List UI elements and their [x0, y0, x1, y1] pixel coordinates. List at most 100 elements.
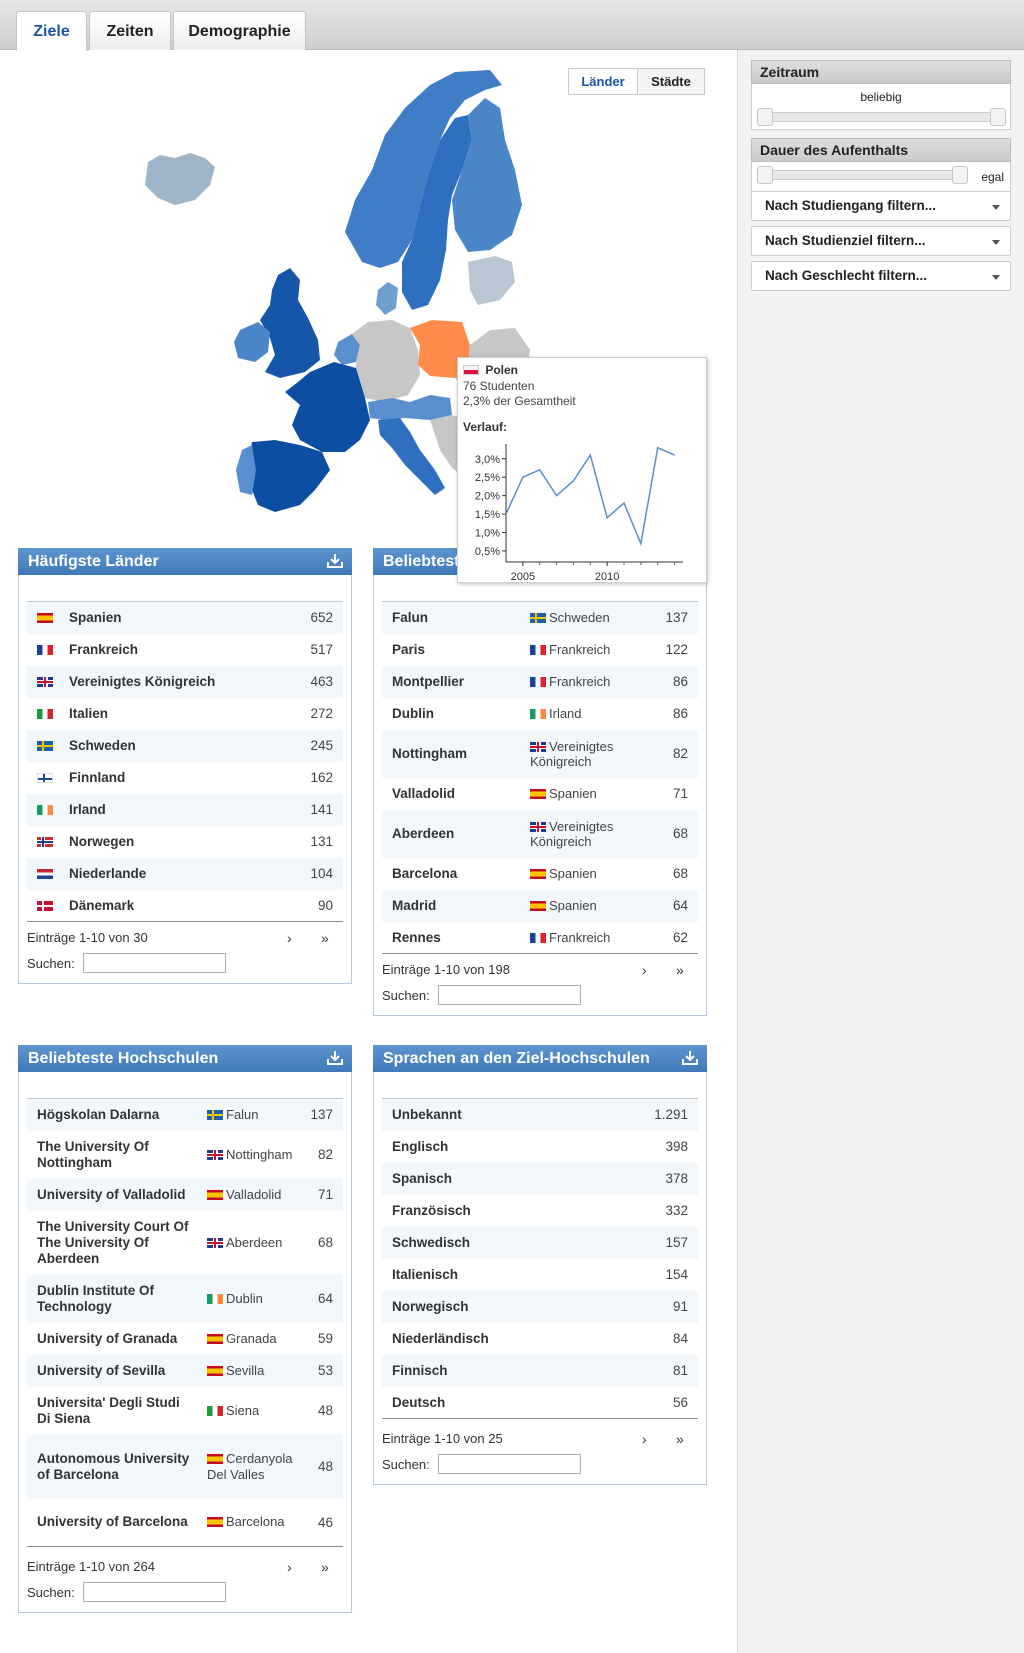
studiengang-filter-dropdown[interactable]: Nach Studiengang filtern...	[751, 191, 1011, 221]
flag-icon	[530, 789, 546, 799]
table-row[interactable]: University of Sevilla Sevilla 53	[27, 1354, 343, 1387]
table-row[interactable]: Autonomous University of Barcelona Cerdan…	[27, 1434, 343, 1499]
download-icon[interactable]	[326, 1050, 344, 1066]
university-city: Aberdeen	[207, 1210, 299, 1275]
table-row[interactable]: Niederlande 104	[27, 857, 343, 890]
map-country-france[interactable]	[285, 362, 370, 452]
last-page-button[interactable]: »	[321, 1559, 329, 1575]
zeitraum-slider-min-handle[interactable]	[757, 108, 773, 126]
table-row[interactable]: Finnland 162	[27, 761, 343, 794]
table-row[interactable]: Spanien 652	[27, 601, 343, 634]
table-row[interactable]: Italien 272	[27, 697, 343, 730]
table-row[interactable]: Dublin Institute Of Technology Dublin 64	[27, 1274, 343, 1323]
table-row[interactable]: Universita' Degli Studi Di Siena Siena 48	[27, 1386, 343, 1435]
map-country-uk[interactable]	[260, 268, 320, 378]
universities-search-label: Suchen:	[27, 1585, 75, 1600]
table-row[interactable]: Vereinigtes Königreich 463	[27, 665, 343, 698]
table-row[interactable]: Montpellier Frankreich 86	[382, 665, 698, 698]
tab-demographie[interactable]: Demographie	[173, 11, 306, 50]
map-country-iceland[interactable]	[145, 153, 215, 205]
map-country-denmark[interactable]	[376, 282, 398, 315]
table-row[interactable]: Finnisch 81	[382, 1354, 698, 1387]
next-page-button[interactable]: ›	[642, 962, 647, 978]
table-row[interactable]: The University Court Of The University O…	[27, 1210, 343, 1275]
map-country-ireland[interactable]	[234, 322, 270, 362]
last-page-button[interactable]: »	[676, 1431, 684, 1447]
table-row[interactable]: University of Valladolid Valladolid 71	[27, 1178, 343, 1211]
language-count: 1.291	[598, 1098, 698, 1131]
table-row[interactable]: Frankreich 517	[27, 633, 343, 666]
city-country: Spanien	[530, 857, 650, 890]
tab-zeiten[interactable]: Zeiten	[89, 11, 171, 50]
table-row[interactable]: Schweden 245	[27, 729, 343, 762]
table-row[interactable]: Falun Schweden 137	[382, 601, 698, 634]
table-row[interactable]: Paris Frankreich 122	[382, 633, 698, 666]
zeitraum-slider-max-handle[interactable]	[990, 108, 1006, 126]
city-country: Frankreich	[530, 665, 650, 698]
map-country-spain[interactable]	[248, 440, 330, 512]
table-row[interactable]: Irland 141	[27, 793, 343, 826]
geschlecht-filter-dropdown[interactable]: Nach Geschlecht filtern...	[751, 261, 1011, 291]
table-row[interactable]: Französisch 332	[382, 1194, 698, 1227]
table-row[interactable]: Valladolid Spanien 71	[382, 777, 698, 810]
last-page-button[interactable]: »	[321, 930, 329, 946]
tooltip-students: 76 Studenten	[463, 379, 535, 393]
table-row[interactable]: Italienisch 154	[382, 1258, 698, 1291]
last-page-button[interactable]: »	[676, 962, 684, 978]
table-row[interactable]: Schwedisch 157	[382, 1226, 698, 1259]
zeitraum-slider-track[interactable]	[760, 112, 1000, 122]
university-city: Sevilla	[207, 1354, 299, 1387]
university-name: University of Granada	[27, 1322, 207, 1355]
y-tick-label: 1,5%	[475, 509, 500, 521]
cities-search-input[interactable]	[438, 985, 581, 1005]
table-row[interactable]: Norwegen 131	[27, 825, 343, 858]
university-city-label: Aberdeen	[226, 1234, 283, 1250]
tab-ziele[interactable]: Ziele	[16, 11, 87, 51]
table-row[interactable]: Norwegisch 91	[382, 1290, 698, 1323]
next-page-button[interactable]: ›	[287, 930, 292, 946]
flag-icon	[530, 677, 546, 687]
university-count: 53	[299, 1354, 343, 1387]
table-row[interactable]: Unbekannt 1.291	[382, 1098, 698, 1131]
city-country-label: Frankreich	[549, 929, 611, 945]
toggle-staedte[interactable]: Städte	[637, 68, 705, 95]
map-country-portugal[interactable]	[236, 445, 256, 495]
university-name: Universita' Degli Studi Di Siena	[27, 1386, 207, 1435]
dauer-slider-min-handle[interactable]	[757, 166, 773, 184]
table-row[interactable]: Barcelona Spanien 68	[382, 857, 698, 890]
next-page-button[interactable]: ›	[287, 1559, 292, 1575]
table-row[interactable]: Madrid Spanien 64	[382, 889, 698, 922]
table-row[interactable]: Spanisch 378	[382, 1162, 698, 1195]
table-row[interactable]: The University Of Nottingham Nottingham 82	[27, 1130, 343, 1179]
dauer-slider-max-handle[interactable]	[952, 166, 968, 184]
universities-search-input[interactable]	[83, 1582, 226, 1602]
chevron-down-icon	[992, 205, 1000, 210]
download-icon[interactable]	[681, 1050, 699, 1066]
universities-panel-title: Beliebteste Hochschulen	[28, 1050, 219, 1067]
flag-cell	[27, 825, 69, 858]
table-row[interactable]: Niederländisch 84	[382, 1322, 698, 1355]
download-icon[interactable]	[326, 553, 344, 569]
table-row[interactable]: Dänemark 90	[27, 889, 343, 922]
table-row[interactable]: Aberdeen Vereinigtes Königreich 68	[382, 809, 698, 858]
table-row[interactable]: Nottingham Vereinigtes Königreich 82	[382, 729, 698, 778]
next-page-button[interactable]: ›	[642, 1431, 647, 1447]
table-row[interactable]: Deutsch 56	[382, 1386, 698, 1419]
languages-panel-title: Sprachen an den Ziel-Hochschulen	[383, 1050, 650, 1067]
toggle-laender[interactable]: Länder	[568, 68, 638, 95]
table-row[interactable]: Rennes Frankreich 62	[382, 921, 698, 954]
languages-search-input[interactable]	[438, 1454, 581, 1474]
country-count: 131	[279, 825, 343, 858]
table-row[interactable]: University of Granada Granada 59	[27, 1322, 343, 1355]
studienziel-filter-dropdown[interactable]: Nach Studienziel filtern...	[751, 226, 1011, 256]
map-country-baltics[interactable]	[468, 256, 515, 305]
table-row[interactable]: Högskolan Dalarna Falun 137	[27, 1098, 343, 1131]
dauer-slider-track[interactable]	[760, 170, 960, 180]
table-row[interactable]: University of Barcelona Barcelona 46	[27, 1498, 343, 1547]
language-count: 154	[598, 1258, 698, 1291]
country-name: Norwegen	[69, 825, 279, 858]
flag-icon	[207, 1365, 223, 1376]
table-row[interactable]: Dublin Irland 86	[382, 697, 698, 730]
countries-search-input[interactable]	[83, 953, 226, 973]
table-row[interactable]: Englisch 398	[382, 1130, 698, 1163]
